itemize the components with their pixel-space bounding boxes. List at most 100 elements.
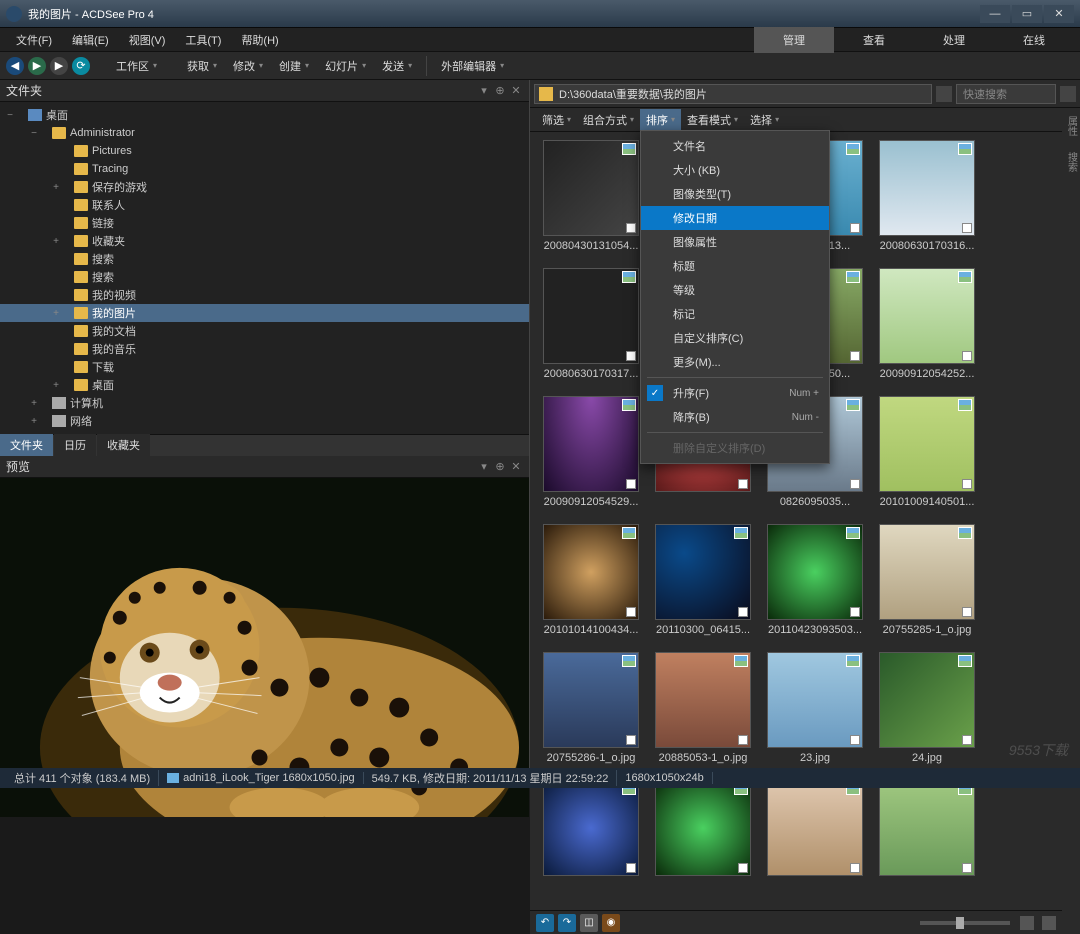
menu-edit[interactable]: 编辑(E) [62,29,119,51]
thumbnail-item[interactable]: 20101014100434... [538,524,644,646]
thumbnail-item[interactable]: 20755285-1_o.jpg [874,524,980,646]
pane-pin-icon[interactable]: ⊕ [493,84,507,97]
toolbar-modify[interactable]: 修改 [225,55,271,77]
tree-node[interactable]: 我的视频 [0,286,529,304]
thumbnail-item[interactable]: 20080630170317... [538,268,644,390]
toolbar-send[interactable]: 发送 [374,55,420,77]
thumbnail-item[interactable]: 20885053-1_o.jpg [650,652,756,774]
filter-sort[interactable]: 排序 [640,109,681,131]
sort-ascending[interactable]: ✓ 升序(F)Num + [641,381,829,405]
mode-view[interactable]: 查看 [834,27,914,53]
address-dropdown-icon[interactable] [936,86,952,102]
menu-tools[interactable]: 工具(T) [175,29,231,51]
size-plus-icon[interactable] [1042,916,1056,930]
sort-modified-date[interactable]: 修改日期 [641,206,829,230]
close-button[interactable]: ✕ [1044,5,1074,23]
search-input[interactable]: 快速搜索 [956,84,1056,104]
tree-node[interactable]: +收藏夹 [0,232,529,250]
size-minus-icon[interactable] [1020,916,1034,930]
sort-tag[interactable]: 标记 [641,302,829,326]
sort-more[interactable]: 更多(M)... [641,350,829,374]
thumbnail-item[interactable] [538,780,644,902]
tab-calendar[interactable]: 日历 [54,434,96,456]
mode-process[interactable]: 处理 [914,27,994,53]
pane-pin-icon[interactable]: ⊕ [493,460,507,473]
minimize-button[interactable]: — [980,5,1010,23]
sidestrip-search[interactable]: 搜索 [1064,152,1079,172]
thumbnail-item[interactable]: 20110423093503... [762,524,868,646]
menu-help[interactable]: 帮助(H) [231,29,288,51]
thumbnail-item[interactable]: 20080630170316... [874,140,980,262]
sort-title[interactable]: 标题 [641,254,829,278]
pane-menu-icon[interactable]: ▾ [477,84,491,97]
thumbnail-item[interactable]: 20755286-1_o.jpg [538,652,644,774]
sort-filename[interactable]: 文件名 [641,134,829,158]
thumbnail-item[interactable]: 23.jpg [762,652,868,774]
tree-node[interactable]: 我的音乐 [0,340,529,358]
menu-file[interactable]: 文件(F) [6,29,62,51]
tree-node[interactable]: +桌面 [0,376,529,394]
folder-tree[interactable]: −桌面−Administrator Pictures Tracing+保存的游戏… [0,102,529,434]
rotate-left-icon[interactable]: ↶ [536,914,554,932]
filter-select[interactable]: 选择 [744,109,785,131]
tag-icon[interactable]: ◉ [602,914,620,932]
sidestrip-props[interactable]: 属性 [1064,116,1079,136]
compare-icon[interactable]: ◫ [580,914,598,932]
sort-attributes[interactable]: 图像属性 [641,230,829,254]
filter-filter[interactable]: 筛选 [536,109,577,131]
tab-folders[interactable]: 文件夹 [0,434,53,456]
address-input[interactable]: D:\360data\重要数据\我的图片 [534,84,932,104]
sort-type[interactable]: 图像类型(T) [641,182,829,206]
thumbnail-item[interactable] [650,780,756,902]
tree-node[interactable]: −桌面 [0,106,529,124]
maximize-button[interactable]: ▭ [1012,5,1042,23]
sort-rating[interactable]: 等级 [641,278,829,302]
tree-node[interactable]: 下载 [0,358,529,376]
tree-node[interactable]: 搜索 [0,268,529,286]
slider-handle[interactable] [956,917,964,929]
mode-manage[interactable]: 管理 [754,27,834,53]
thumbnail-item[interactable] [874,780,980,902]
toolbar-workspace[interactable]: 工作区 [108,55,165,77]
thumbnail-item[interactable]: 20080430131054... [538,140,644,262]
thumbnail-item[interactable]: 20090912054529... [538,396,644,518]
zoom-slider[interactable] [920,921,1010,925]
filter-group[interactable]: 组合方式 [577,109,640,131]
pane-menu-icon[interactable]: ▾ [477,460,491,473]
toolbar-slide[interactable]: 幻灯片 [317,55,374,77]
toolbar-get[interactable]: 获取 [179,55,225,77]
tree-node[interactable]: +网络 [0,412,529,430]
mode-online[interactable]: 在线 [994,27,1074,53]
toolbar-external[interactable]: 外部编辑器 [433,55,512,77]
tree-node[interactable]: +我的图片 [0,304,529,322]
pane-close-icon[interactable]: ✕ [509,460,523,473]
tree-node[interactable]: 链接 [0,214,529,232]
tree-node[interactable]: −Administrator [0,124,529,142]
toolbar-create[interactable]: 创建 [271,55,317,77]
sort-descending[interactable]: 降序(B)Num - [641,405,829,429]
tree-node[interactable]: +计算机 [0,394,529,412]
tree-node[interactable]: Pictures [0,142,529,160]
thumbnail-item[interactable]: 20090912054252... [874,268,980,390]
search-dropdown-icon[interactable] [1060,86,1076,102]
tree-node[interactable]: +保存的游戏 [0,178,529,196]
pane-close-icon[interactable]: ✕ [509,84,523,97]
tree-node[interactable]: 搜索 [0,250,529,268]
tree-node[interactable]: 联系人 [0,196,529,214]
thumbnail-item[interactable]: 20110300_06415... [650,524,756,646]
tree-node[interactable]: Tracing [0,160,529,178]
sort-size[interactable]: 大小 (KB) [641,158,829,182]
thumbnail-item[interactable]: 24.jpg [874,652,980,774]
thumbnail-item[interactable] [762,780,868,902]
nav-back-icon[interactable]: ◀ [6,57,24,75]
nav-up-icon[interactable]: ▶ [50,57,68,75]
nav-forward-icon[interactable]: ▶ [28,57,46,75]
rotate-right-icon[interactable]: ↷ [558,914,576,932]
tab-favorites[interactable]: 收藏夹 [97,434,150,456]
nav-home-icon[interactable]: ⟳ [72,57,90,75]
filter-view[interactable]: 查看模式 [681,109,744,131]
tree-node[interactable]: 我的文档 [0,322,529,340]
thumbnail-item[interactable]: 20101009140501... [874,396,980,518]
menu-view[interactable]: 视图(V) [119,29,176,51]
sort-custom[interactable]: 自定义排序(C) [641,326,829,350]
